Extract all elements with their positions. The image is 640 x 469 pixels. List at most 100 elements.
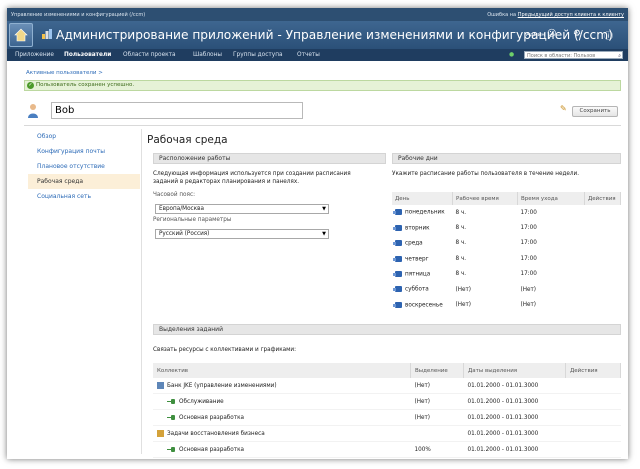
user-avatar-icon (28, 104, 38, 118)
workdays-table: День Рабочее время Время ухода Действия … (392, 192, 621, 313)
col-allocation-dates: Даты выделения (463, 363, 566, 378)
allocation-dates: 01.01.2000 - 01.01.3000 (463, 378, 566, 394)
nav-item-project-areas[interactable]: Области проекта (123, 52, 176, 58)
regional-label: Региональные параметры (153, 217, 232, 223)
team-name[interactable]: Задачи восстановления бизнеса (167, 431, 265, 437)
chevron-down-icon: ▼ (322, 206, 326, 212)
col-allocation: Выделение (410, 363, 464, 378)
day-name: понедельник (405, 209, 445, 216)
workdays-description: Укажите расписание работы пользователя в… (392, 171, 580, 177)
work-hours: 8 ч. (455, 240, 467, 247)
calendar-day-icon (393, 271, 402, 277)
section-nav-social[interactable]: Социальная сеть (28, 189, 140, 204)
work-hours: (Нет) (455, 302, 472, 309)
top-right-prefix: Ошибка на (487, 12, 517, 18)
day-name: пятница (405, 271, 431, 278)
col-team: Коллектив (153, 363, 411, 378)
location-panel-header: Расположение работы (153, 153, 386, 164)
nav-item-templates[interactable]: Шаблоны (193, 52, 222, 58)
allocation-dates: 01.01.2000 - 01.01.3000 (463, 409, 566, 426)
regional-select[interactable]: Русский (Россия) ▼ (155, 229, 329, 239)
admin-app-icon (42, 29, 52, 39)
location-description-2: заданий в редакторах планирования и пане… (153, 179, 300, 185)
team-name[interactable]: Банк JKE (управление изменениями) (167, 383, 277, 389)
day-name: среда (405, 240, 423, 247)
help-icon[interactable]: ⓘ (604, 29, 613, 42)
user-menu-label[interactable]: Админ (526, 32, 545, 38)
col-work-hours: Рабочее время (452, 192, 518, 205)
previous-access-link[interactable]: Предыдущий доступ клиента к клиенту (518, 12, 624, 18)
table-row: вторник 8 ч. 17:00 (392, 220, 621, 235)
allocation-value: (Нет) (410, 409, 464, 426)
leave-time: (Нет) (520, 302, 537, 309)
section-nav-mail-config[interactable]: Конфигурация почты (28, 144, 140, 159)
main-nav: Приложение Пользователи Области проекта … (7, 49, 628, 61)
nav-item-application[interactable]: Приложение (15, 52, 54, 58)
location-description-1: Следующая информация используется при со… (153, 171, 351, 177)
team-area-icon (167, 398, 175, 404)
col-day: День (392, 192, 453, 205)
title-bar: Администрирование приложений - Управлени… (7, 21, 628, 49)
project-area-icon (157, 430, 164, 437)
users-icon[interactable]: ☺ (547, 29, 556, 39)
home-button[interactable] (9, 23, 33, 47)
section-nav-work-environment[interactable]: Рабочая среда (28, 174, 140, 189)
calendar-day-icon (393, 240, 402, 247)
gear-icon[interactable]: ⚙ (573, 29, 581, 39)
chevron-down-icon: ▼ (322, 231, 326, 237)
people-filter-icon[interactable]: ● (509, 52, 514, 58)
app-window: Управление изменениями и конфигурацией (… (7, 8, 628, 459)
timezone-label: Часовой пояс: (153, 192, 195, 198)
check-icon: ✓ (27, 82, 34, 89)
table-row: Основная разработка (Нет) 01.01.2000 - 01.… (153, 409, 621, 426)
section-nav: Обзор Конфигурация почты Плановое отсутс… (28, 129, 140, 204)
table-row: понедельник 8 ч. 17:00 (392, 205, 621, 220)
table-row: четверг 8 ч. 17:00 (392, 251, 621, 266)
day-name: четверг (405, 256, 429, 263)
day-name: вторник (405, 225, 430, 232)
leave-time: (Нет) (520, 286, 537, 293)
allocation-value (410, 425, 464, 442)
leave-time: 17:00 (520, 209, 537, 216)
calendar-day-icon (393, 286, 402, 293)
save-button[interactable]: Сохранить (572, 106, 618, 117)
nav-item-users[interactable]: Пользователи (64, 52, 111, 58)
allocations-panel-header: Выделения заданий (153, 324, 621, 335)
day-name: воскресенье (405, 302, 443, 309)
divider (24, 125, 621, 126)
project-area-icon (157, 382, 164, 389)
allocations-description: Связать ресурсы с коллективами и графика… (153, 347, 297, 353)
table-row: Обслуживание (Нет) 01.01.2000 - 01.01.3000 (153, 393, 621, 410)
team-name[interactable]: Основная разработка (179, 415, 244, 421)
section-nav-planned-absence[interactable]: Плановое отсутствие (28, 159, 140, 174)
col-actions: Действия (565, 363, 621, 378)
allocation-value: (Нет) (410, 393, 464, 410)
team-name[interactable]: Обслуживание (179, 399, 224, 405)
top-right-links: Ошибка на Предыдущий доступ клиента к кл… (487, 12, 624, 18)
breadcrumb[interactable]: Активные пользователи > (26, 70, 103, 76)
calendar-day-icon (393, 224, 402, 231)
nav-item-reports[interactable]: Отчеты (297, 52, 320, 58)
work-hours: 8 ч. (455, 271, 467, 278)
search-input[interactable]: Поиск в области: Пользов ⌕ (524, 51, 623, 59)
leave-time: 17:00 (520, 225, 537, 232)
section-nav-overview[interactable]: Обзор (28, 129, 140, 144)
table-row: Основная разработка 100% 01.01.2000 - 01.0… (153, 441, 621, 458)
workdays-panel-header: Рабочие дни (392, 153, 621, 164)
search-icon[interactable]: ⌕ (618, 52, 621, 60)
timezone-select[interactable]: Европа/Москва ▼ (155, 204, 329, 214)
app-context-label: Управление изменениями и конфигурацией (… (11, 12, 146, 18)
user-name-field[interactable]: Bob (51, 102, 303, 119)
timezone-value: Европа/Москва (159, 206, 204, 212)
team-name[interactable]: Основная разработка (179, 447, 244, 453)
team-area-icon (167, 446, 175, 452)
work-hours: (Нет) (455, 286, 472, 293)
leave-time: 17:00 (520, 255, 537, 262)
nav-item-access-groups[interactable]: Группы доступа (233, 52, 283, 58)
edit-icon[interactable]: ✎ (560, 104, 567, 113)
work-hours: 8 ч. (455, 255, 467, 262)
table-row: Банк JKE (управление изменениями) (Нет) 01… (153, 378, 621, 394)
allocations-table: Коллектив Выделение Даты выделения Дейст… (153, 363, 621, 458)
search-placeholder: Поиск в области: Пользов (527, 53, 596, 59)
table-row: суббота (Нет) (Нет) (392, 282, 621, 297)
